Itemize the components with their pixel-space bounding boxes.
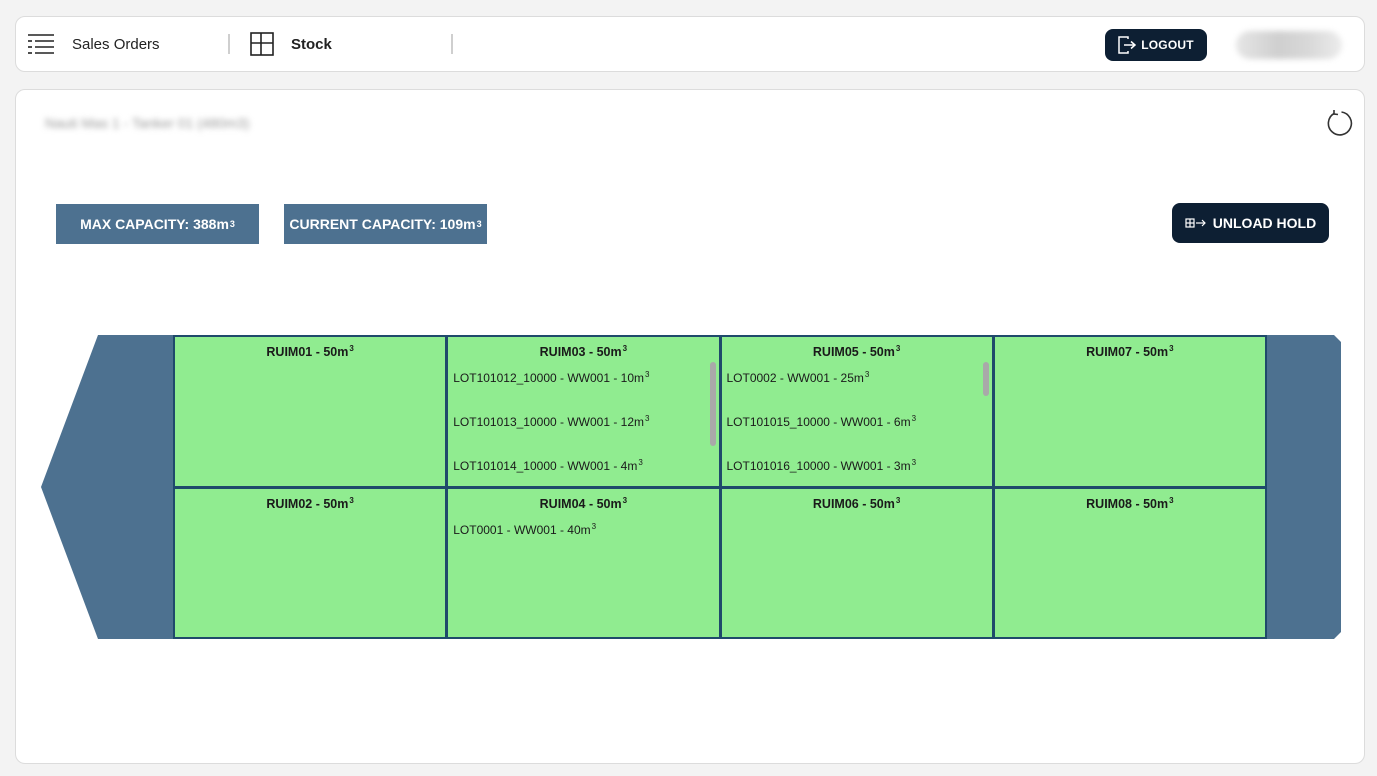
max-capacity-badge: MAX CAPACITY: 388m 3 [56,204,259,244]
cargo-hold[interactable]: RUIM04 - 50m3 LOT0001 - WW001 - 40m3 [448,488,719,637]
nav-sales-orders-label: Sales Orders [72,35,160,53]
hold-title-text: RUIM02 - 50m [266,496,349,511]
hold-title: RUIM02 - 50m3 [175,496,445,512]
top-navigation-bar: Sales Orders Stock LOGOUT [15,16,1365,72]
hold-unit-sup: 3 [622,344,628,353]
max-capacity-unit-sup: 3 [229,219,235,229]
hold-title-text: RUIM05 - 50m [812,345,895,359]
hold-title: RUIM03 - 50m3 [448,344,718,360]
hold-title: RUIM01 - 50m3 [175,344,445,360]
hold-title: RUIM08 - 50m3 [995,496,1265,512]
lot-unit-sup: 3 [645,414,650,423]
cargo-holds-grid: RUIM01 - 50m3 RUIM03 - 50m3 LOT101012_1000… [173,335,1267,639]
max-capacity-label: MAX CAPACITY: 388m [80,216,229,232]
layout-grid-icon [250,32,274,56]
lot-item-label: LOT101012_10000 - WW001 - 10m [453,371,645,385]
lot-item[interactable]: LOT101014_10000 - WW001 - 4m3 [453,454,718,486]
lot-unit-sup: 3 [864,370,870,379]
current-capacity-unit-sup: 3 [476,219,482,229]
hold-scrollbar[interactable] [982,362,989,396]
cargo-hold[interactable]: RUIM02 - 50m3 [175,488,446,637]
lot-item-label: LOT0002 - WW001 - 25m [726,371,864,385]
hold-title: RUIM07 - 50m3 [995,344,1265,360]
lot-unit-sup: 3 [638,458,643,467]
nav-stock-label: Stock [291,35,332,53]
lot-item[interactable]: LOT0002 - WW001 - 25m3 [727,366,992,410]
nav-divider [228,34,230,54]
lot-unit-sup: 3 [591,521,597,531]
unload-hold-label: UNLOAD HOLD [1212,215,1317,231]
logout-label: LOGOUT [1141,38,1194,52]
lot-item[interactable]: LOT101013_10000 - WW001 - 12m3 [453,410,718,454]
nav-divider [451,34,453,54]
refresh-icon[interactable] [1325,109,1353,142]
current-capacity-label: CURRENT CAPACITY: 109m [289,216,476,232]
ship-diagram: RUIM01 - 50m3 RUIM03 - 50m3 LOT101012_1000… [41,335,1341,639]
current-capacity-badge: CURRENT CAPACITY: 109m 3 [284,204,487,244]
hold-unit-sup: 3 [1169,495,1174,505]
cargo-hold[interactable]: RUIM01 - 50m3 [175,337,446,486]
ship-bow [41,335,176,639]
lot-item-label: LOT101015_10000 - WW001 - 6m [726,415,911,429]
lot-unit-sup: 3 [645,370,650,379]
hold-title: RUIM06 - 50m3 [722,496,992,512]
unload-hold-icon [1185,218,1206,228]
hold-title-text: RUIM04 - 50m [539,496,622,511]
hold-title-text: RUIM06 - 50m [812,496,895,511]
hold-title-text: RUIM08 - 50m [1086,496,1169,511]
vessel-holds-panel: Nauti Mas 1 - Tanker 01 (480m3) MAX CAPA… [15,89,1365,764]
lot-unit-sup: 3 [911,458,917,467]
hold-unit-sup: 3 [1169,344,1174,353]
logout-button[interactable]: LOGOUT [1105,29,1207,61]
ship-stern [1264,335,1341,639]
lot-list: LOT101012_10000 - WW001 - 10m3 LOT101013_… [448,366,718,486]
hold-title: RUIM04 - 50m3 [448,496,718,512]
logout-icon [1118,36,1137,54]
cargo-hold[interactable]: RUIM05 - 50m3 LOT0002 - WW001 - 25m3 LOT10… [721,337,992,486]
hold-title: RUIM05 - 50m3 [722,344,992,360]
cargo-hold[interactable]: RUIM03 - 50m3 LOT101012_10000 - WW001 - 1… [448,337,719,486]
lot-unit-sup: 3 [911,414,917,423]
lot-item-label: LOT101014_10000 - WW001 - 4m [453,459,638,473]
lot-item-label: LOT0001 - WW001 - 40m [453,522,591,537]
lot-item[interactable]: LOT101015_10000 - WW001 - 6m3 [727,410,992,454]
hold-unit-sup: 3 [895,344,901,353]
lot-list: LOT0001 - WW001 - 40m3 [448,518,718,562]
lot-item[interactable]: LOT0001 - WW001 - 40m3 [453,518,718,562]
lot-item-label: LOT101016_10000 - WW001 - 3m [726,459,911,473]
hold-scrollbar[interactable] [709,362,716,446]
list-menu-icon [28,33,55,55]
unload-hold-button[interactable]: UNLOAD HOLD [1172,203,1329,243]
hold-title-text: RUIM07 - 50m [1086,345,1169,359]
hold-unit-sup: 3 [349,344,354,353]
nav-stock[interactable]: Stock [250,17,332,71]
lot-item-label: LOT101013_10000 - WW001 - 12m [453,415,645,429]
hold-title-text: RUIM01 - 50m [266,345,349,359]
cargo-hold[interactable]: RUIM08 - 50m3 [994,488,1265,637]
vessel-title: Nauti Mas 1 - Tanker 01 (480m3) [45,115,250,131]
hold-unit-sup: 3 [622,495,628,505]
lot-item[interactable]: LOT101012_10000 - WW001 - 10m3 [453,366,718,410]
hold-unit-sup: 3 [895,495,901,505]
user-profile-blurred[interactable] [1236,31,1342,59]
lot-list: LOT0002 - WW001 - 25m3 LOT101015_10000 - … [722,366,992,486]
cargo-hold[interactable]: RUIM06 - 50m3 [721,488,992,637]
lot-item[interactable]: LOT101016_10000 - WW001 - 3m3 [727,454,992,486]
hold-title-text: RUIM03 - 50m [539,345,622,359]
hold-unit-sup: 3 [349,495,354,505]
cargo-hold[interactable]: RUIM07 - 50m3 [994,337,1265,486]
nav-sales-orders[interactable]: Sales Orders [28,17,160,71]
